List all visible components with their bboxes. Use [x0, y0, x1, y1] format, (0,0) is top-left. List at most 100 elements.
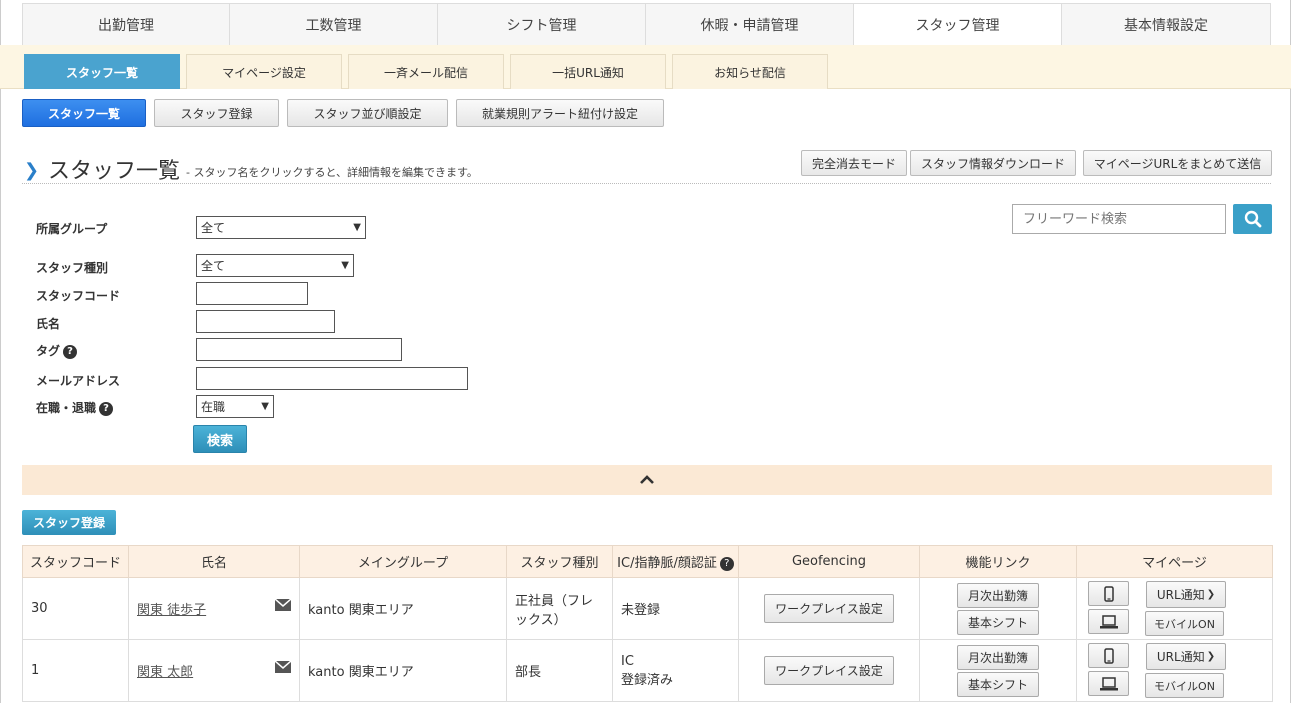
- ic-status: 未登録: [621, 603, 661, 618]
- cell-links: 月次出勤簿 基本シフト: [919, 639, 1077, 702]
- freeword-search-input[interactable]: [1012, 204, 1226, 234]
- staff-list-button[interactable]: スタッフ一覧: [22, 99, 146, 127]
- col-links: 機能リンク: [919, 545, 1077, 578]
- email-input[interactable]: [196, 367, 468, 390]
- help-icon[interactable]: ?: [63, 344, 78, 359]
- monthly-attendance-button[interactable]: 月次出勤簿: [957, 644, 1039, 670]
- sub-nav-mypage-settings[interactable]: マイページ設定: [186, 54, 342, 89]
- staff-type-select[interactable]: 全て ▼: [196, 254, 354, 277]
- staff-name-link[interactable]: 関東 徒歩子: [137, 603, 206, 618]
- top-nav-attendance[interactable]: 出勤管理: [22, 4, 230, 46]
- help-icon[interactable]: ?: [99, 401, 114, 416]
- mobile-on-button[interactable]: モバイルON: [1145, 673, 1224, 698]
- cell-mypage: URL通知 ❯ モバイルON: [1076, 577, 1273, 640]
- mail-icon[interactable]: [274, 660, 292, 677]
- group-select[interactable]: 全て ▼: [196, 216, 366, 239]
- staff-register-button[interactable]: スタッフ登録: [154, 99, 279, 127]
- chevron-down-icon: ❯: [1206, 651, 1216, 662]
- table-row: 30 関東 徒歩子 kanto 関東エリア 正社員（フレックス） 未登録 ワーク…: [22, 577, 1273, 640]
- page-title: スタッフ一覧: [48, 159, 181, 184]
- cell-name: 関東 徒歩子: [128, 577, 300, 640]
- name-label: 氏名: [36, 317, 61, 331]
- sub-nav-staff-list[interactable]: スタッフ一覧: [24, 54, 180, 89]
- chevron-down-icon: ▼: [341, 260, 349, 271]
- page-description: - スタッフ名をクリックすると、詳細情報を編集できます。: [186, 166, 478, 179]
- chevron-down-icon: ❯: [1206, 589, 1216, 600]
- search-button[interactable]: [1233, 204, 1272, 234]
- url-notice-label: URL通知: [1156, 588, 1205, 602]
- laptop-icon[interactable]: [1088, 671, 1129, 696]
- col-staff-code[interactable]: スタッフコード: [22, 545, 129, 578]
- cell-ic: IC 登録済み: [612, 639, 739, 702]
- url-notice-select[interactable]: URL通知 ❯: [1146, 643, 1226, 670]
- laptop-icon[interactable]: [1088, 609, 1129, 634]
- staff-type-label: スタッフ種別: [36, 261, 109, 275]
- mobile-icon[interactable]: [1088, 581, 1129, 606]
- cell-code: 1: [22, 639, 129, 702]
- col-ic-label: IC/指静脈/顔認証: [617, 556, 717, 571]
- col-name[interactable]: 氏名: [128, 545, 300, 578]
- tag-input[interactable]: [196, 338, 402, 361]
- top-nav-settings[interactable]: 基本情報設定: [1062, 4, 1271, 46]
- mobile-icon[interactable]: [1088, 643, 1129, 668]
- status-label: 在職・退職: [36, 401, 97, 415]
- url-notice-label: URL通知: [1156, 650, 1205, 664]
- status-select-value: 在職: [201, 400, 226, 414]
- staff-register-button-2[interactable]: スタッフ登録: [22, 510, 116, 535]
- top-nav-leave[interactable]: 休暇・申請管理: [646, 4, 854, 46]
- basic-shift-button[interactable]: 基本シフト: [957, 609, 1039, 635]
- cell-geo: ワークプレイス設定: [738, 577, 920, 640]
- staff-type-select-value: 全て: [201, 259, 226, 273]
- status-select[interactable]: 在職 ▼: [196, 395, 274, 418]
- help-icon[interactable]: ?: [719, 556, 734, 571]
- filter-search-button[interactable]: 検索: [193, 425, 247, 453]
- staff-code-label: スタッフコード: [36, 289, 121, 303]
- top-nav-manhours[interactable]: 工数管理: [230, 4, 438, 46]
- chevron-right-icon: ❯: [24, 160, 40, 181]
- send-mypage-urls-button[interactable]: マイページURLをまとめて送信: [1083, 150, 1272, 176]
- url-notice-select[interactable]: URL通知 ❯: [1146, 581, 1226, 608]
- cell-type: 部長: [506, 639, 613, 702]
- collapse-toggle[interactable]: [22, 465, 1272, 495]
- col-ic[interactable]: IC/指静脈/顔認証?: [612, 545, 739, 578]
- workplace-settings-button[interactable]: ワークプレイス設定: [764, 594, 894, 623]
- email-label: メールアドレス: [36, 374, 121, 388]
- cell-name: 関東 太郎: [128, 639, 300, 702]
- cell-type: 正社員（フレックス）: [506, 577, 613, 640]
- staff-name-link[interactable]: 関東 太郎: [137, 665, 193, 680]
- staff-order-button[interactable]: スタッフ並び順設定: [287, 99, 448, 127]
- ic-status: IC: [621, 653, 634, 669]
- cell-mypage: URL通知 ❯ モバイルON: [1076, 639, 1273, 702]
- col-mypage: マイページ: [1076, 545, 1273, 578]
- status-label-wrap: 在職・退職?: [36, 399, 114, 416]
- name-input[interactable]: [196, 310, 335, 333]
- cell-group: kanto 関東エリア: [299, 577, 507, 640]
- mobile-on-button[interactable]: モバイルON: [1145, 611, 1224, 636]
- workplace-settings-button[interactable]: ワークプレイス設定: [764, 656, 894, 685]
- sub-nav-bulk-mail[interactable]: 一斉メール配信: [348, 54, 504, 89]
- alert-link-button[interactable]: 就業規則アラート紐付け設定: [456, 99, 664, 127]
- chevron-up-icon: [640, 475, 654, 484]
- top-nav-staff[interactable]: スタッフ管理: [854, 4, 1062, 46]
- staff-code-input[interactable]: [196, 282, 308, 305]
- chevron-down-icon: ▼: [353, 222, 361, 233]
- monthly-attendance-button[interactable]: 月次出勤簿: [957, 582, 1039, 608]
- basic-shift-button[interactable]: 基本シフト: [957, 671, 1039, 697]
- staff-table: スタッフコード 氏名 メイングループ スタッフ種別 IC/指静脈/顔認証? Ge…: [22, 545, 1273, 702]
- col-staff-type[interactable]: スタッフ種別: [506, 545, 613, 578]
- tag-label: タグ: [36, 344, 61, 358]
- mail-icon[interactable]: [274, 598, 292, 615]
- table-row: 1 関東 太郎 kanto 関東エリア 部長 IC 登録済み ワークプレイス設定 …: [22, 639, 1273, 702]
- ic-status-detail: 登録済み: [621, 672, 674, 688]
- cell-group: kanto 関東エリア: [299, 639, 507, 702]
- top-nav-shift[interactable]: シフト管理: [438, 4, 646, 46]
- sub-nav-notices[interactable]: お知らせ配信: [672, 54, 828, 89]
- full-delete-mode-button[interactable]: 完全消去モード: [801, 150, 907, 176]
- table-header-row: スタッフコード 氏名 メイングループ スタッフ種別 IC/指静脈/顔認証? Ge…: [22, 545, 1273, 578]
- group-label: 所属グループ: [36, 222, 108, 236]
- download-staff-info-button[interactable]: スタッフ情報ダウンロード: [910, 150, 1076, 176]
- col-geofencing: Geofencing: [738, 545, 920, 578]
- sub-nav-bulk-url[interactable]: 一括URL通知: [510, 54, 666, 89]
- col-main-group[interactable]: メイングループ: [299, 545, 507, 578]
- chevron-down-icon: ▼: [261, 401, 269, 412]
